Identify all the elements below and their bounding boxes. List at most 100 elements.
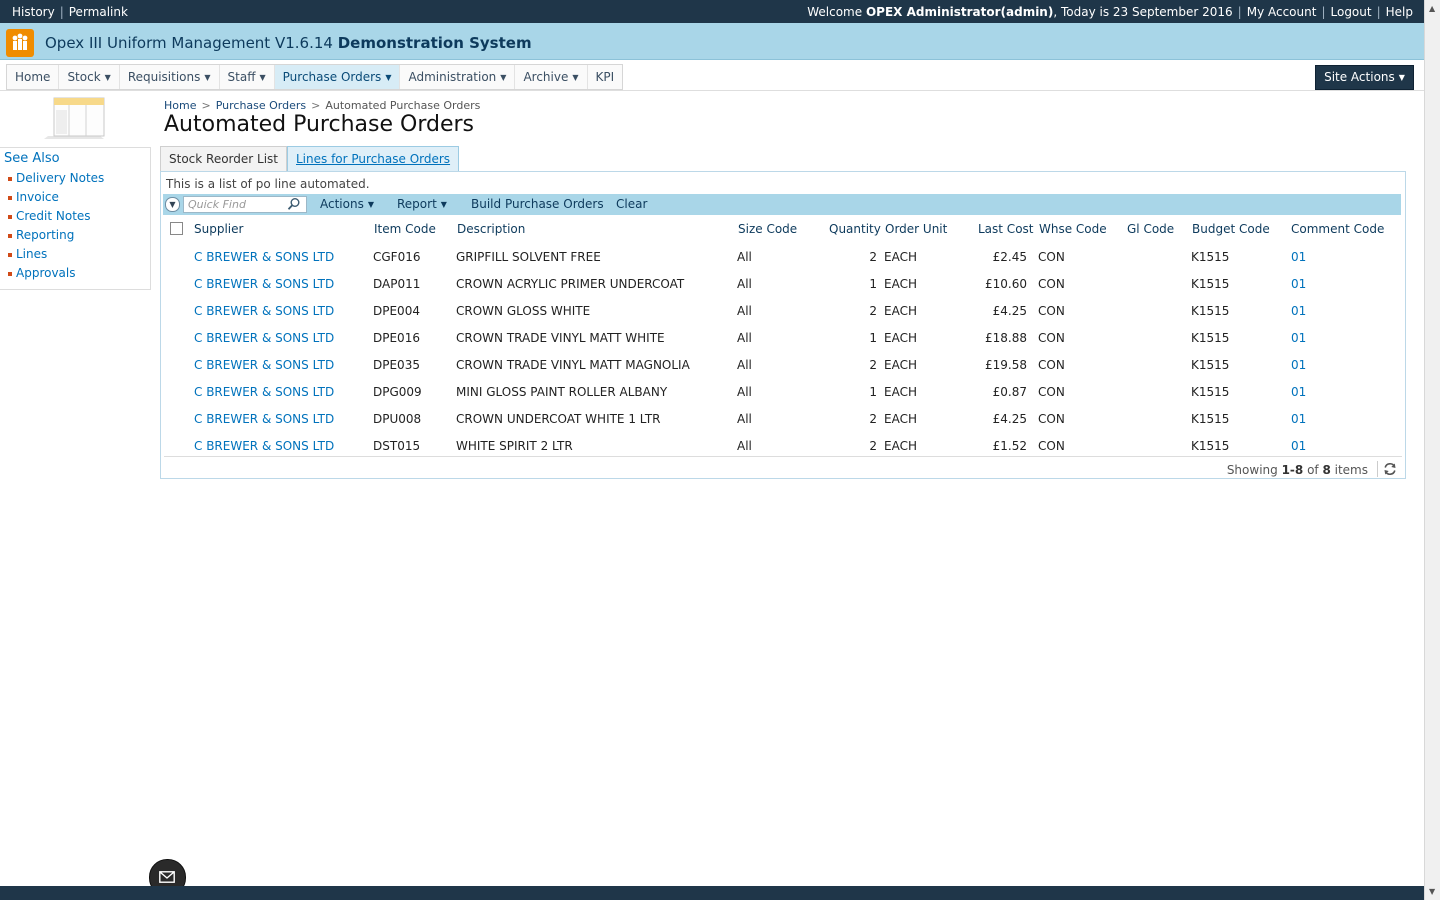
see-also-credit-notes[interactable]: Credit Notes	[8, 209, 104, 228]
cell-item-code: DST015	[373, 439, 421, 453]
table-row[interactable]: C BREWER & SONS LTD DPE035 CROWN TRADE VIN…	[164, 348, 1402, 375]
cell-supplier[interactable]: C BREWER & SONS LTD	[194, 331, 334, 345]
bullet-icon	[8, 233, 12, 238]
history-link[interactable]: History	[12, 5, 55, 19]
build-purchase-orders-button[interactable]: Build Purchase Orders	[471, 197, 604, 211]
cell-comment-code[interactable]: 01	[1291, 250, 1306, 264]
cell-comment-code[interactable]: 01	[1291, 331, 1306, 345]
top-bar: History | Permalink Welcome OPEX Administr…	[0, 0, 1424, 23]
cell-comment-code[interactable]: 01	[1291, 358, 1306, 372]
nav-stock-label: Stock	[67, 70, 101, 84]
cell-size-code: All	[737, 385, 752, 399]
cell-whse-code: CON	[1038, 412, 1065, 426]
cell-last-cost: £4.25	[992, 304, 1027, 318]
page-title: Automated Purchase Orders	[164, 112, 474, 137]
table-row[interactable]: C BREWER & SONS LTD DPG009 MINI GLOSS PAIN…	[164, 375, 1402, 402]
cell-order-unit: EACH	[884, 358, 917, 372]
cell-order-unit: EACH	[884, 331, 917, 345]
nav-staff[interactable]: Staff ▼	[220, 65, 275, 89]
cell-comment-code[interactable]: 01	[1291, 412, 1306, 426]
table-row[interactable]: C BREWER & SONS LTD DPE004 CROWN GLOSS WHI…	[164, 294, 1402, 321]
nav-requisitions-label: Requisitions	[127, 70, 201, 84]
panel-description: This is a list of po line automated.	[166, 177, 370, 191]
col-gl-code[interactable]: Gl Code	[1127, 222, 1174, 236]
cell-comment-code[interactable]: 01	[1291, 439, 1306, 453]
col-order-unit[interactable]: Order Unit	[885, 222, 947, 236]
cell-whse-code: CON	[1038, 250, 1065, 264]
cell-description: CROWN TRADE VINYL MATT MAGNOLIA	[456, 358, 690, 372]
site-actions-button[interactable]: Site Actions ▼	[1315, 65, 1414, 90]
col-comment-code[interactable]: Comment Code	[1291, 222, 1384, 236]
vertical-scrollbar[interactable]: ▲ ▼	[1424, 0, 1440, 900]
table-row[interactable]: C BREWER & SONS LTD CGF016 GRIPFILL SOLVEN…	[164, 240, 1402, 267]
help-link[interactable]: Help	[1386, 5, 1413, 19]
breadcrumb-purchase-orders[interactable]: Purchase Orders	[216, 99, 306, 112]
table-row[interactable]: C BREWER & SONS LTD DST015 WHITE SPIRIT 2 …	[164, 429, 1402, 456]
nav-purchase-orders[interactable]: Purchase Orders ▼	[274, 65, 401, 89]
refresh-icon[interactable]	[1377, 461, 1398, 477]
see-also-approvals[interactable]: Approvals	[8, 266, 104, 285]
caret-down-icon: ▼	[440, 200, 447, 209]
table-row[interactable]: C BREWER & SONS LTD DPU008 CROWN UNDERCOAT…	[164, 402, 1402, 429]
col-last-cost[interactable]: Last Cost	[978, 222, 1034, 236]
bullet-icon	[8, 252, 12, 257]
cell-comment-code[interactable]: 01	[1291, 277, 1306, 291]
chevron-down-icon[interactable]: ▼	[165, 197, 180, 212]
cell-supplier[interactable]: C BREWER & SONS LTD	[194, 439, 334, 453]
system-name: Demonstration System	[337, 34, 532, 52]
col-item-code[interactable]: Item Code	[374, 222, 436, 236]
cell-supplier[interactable]: C BREWER & SONS LTD	[194, 358, 334, 372]
nav-archive[interactable]: Archive ▼	[515, 65, 588, 89]
see-also-lines[interactable]: Lines	[8, 247, 104, 266]
col-supplier[interactable]: Supplier	[194, 222, 243, 236]
cell-supplier[interactable]: C BREWER & SONS LTD	[194, 277, 334, 291]
caret-down-icon: ▼	[385, 72, 392, 82]
nav-administration[interactable]: Administration ▼	[400, 65, 516, 89]
my-account-link[interactable]: My Account	[1247, 5, 1317, 19]
table-row[interactable]: C BREWER & SONS LTD DPE016 CROWN TRADE VIN…	[164, 321, 1402, 348]
select-all-checkbox[interactable]	[170, 222, 183, 235]
col-size-code[interactable]: Size Code	[738, 222, 797, 236]
see-also-label: Delivery Notes	[16, 171, 105, 185]
col-whse-code[interactable]: Whse Code	[1039, 222, 1107, 236]
app-name: Opex III Uniform Management V1.6.14	[45, 34, 333, 52]
cell-supplier[interactable]: C BREWER & SONS LTD	[194, 412, 334, 426]
nav-home[interactable]: Home	[7, 65, 60, 89]
permalink-link[interactable]: Permalink	[69, 5, 128, 19]
cell-whse-code: CON	[1038, 358, 1065, 372]
nav-kpi[interactable]: KPI	[588, 65, 623, 89]
tab-lines-for-purchase-orders[interactable]: Lines for Purchase Orders	[287, 146, 460, 171]
cell-order-unit: EACH	[884, 277, 917, 291]
cell-comment-code[interactable]: 01	[1291, 304, 1306, 318]
clear-button[interactable]: Clear	[616, 197, 647, 211]
see-also-delivery-notes[interactable]: Delivery Notes	[8, 171, 104, 190]
see-also-label: Reporting	[16, 228, 75, 242]
report-menu[interactable]: Report ▼	[397, 197, 447, 211]
bottom-bar	[0, 886, 1424, 900]
cell-supplier[interactable]: C BREWER & SONS LTD	[194, 304, 334, 318]
col-quantity[interactable]: Quantity	[829, 222, 881, 236]
see-also-invoice[interactable]: Invoice	[8, 190, 104, 209]
cell-whse-code: CON	[1038, 304, 1065, 318]
breadcrumb-home[interactable]: Home	[164, 99, 196, 112]
scroll-up-icon[interactable]: ▲	[1429, 4, 1435, 13]
cell-budget-code: K1515	[1191, 439, 1230, 453]
tab-stock-reorder-list[interactable]: Stock Reorder List	[160, 146, 287, 171]
cell-supplier[interactable]: C BREWER & SONS LTD	[194, 250, 334, 264]
col-description[interactable]: Description	[457, 222, 525, 236]
scroll-down-icon[interactable]: ▼	[1429, 887, 1435, 896]
actions-menu[interactable]: Actions ▼	[320, 197, 374, 211]
cell-last-cost: £1.52	[992, 439, 1027, 453]
search-icon[interactable]	[287, 197, 301, 211]
nav-stock[interactable]: Stock ▼	[59, 65, 120, 89]
cell-comment-code[interactable]: 01	[1291, 385, 1306, 399]
grid-rows: C BREWER & SONS LTD CGF016 GRIPFILL SOLVEN…	[164, 240, 1402, 456]
logout-link[interactable]: Logout	[1331, 5, 1372, 19]
actions-label: Actions	[320, 197, 364, 211]
table-row[interactable]: C BREWER & SONS LTD DAP011 CROWN ACRYLIC P…	[164, 267, 1402, 294]
col-budget-code[interactable]: Budget Code	[1192, 222, 1270, 236]
nav-requisitions[interactable]: Requisitions ▼	[120, 65, 220, 89]
people-logo-icon[interactable]	[6, 29, 34, 57]
cell-supplier[interactable]: C BREWER & SONS LTD	[194, 385, 334, 399]
see-also-reporting[interactable]: Reporting	[8, 228, 104, 247]
